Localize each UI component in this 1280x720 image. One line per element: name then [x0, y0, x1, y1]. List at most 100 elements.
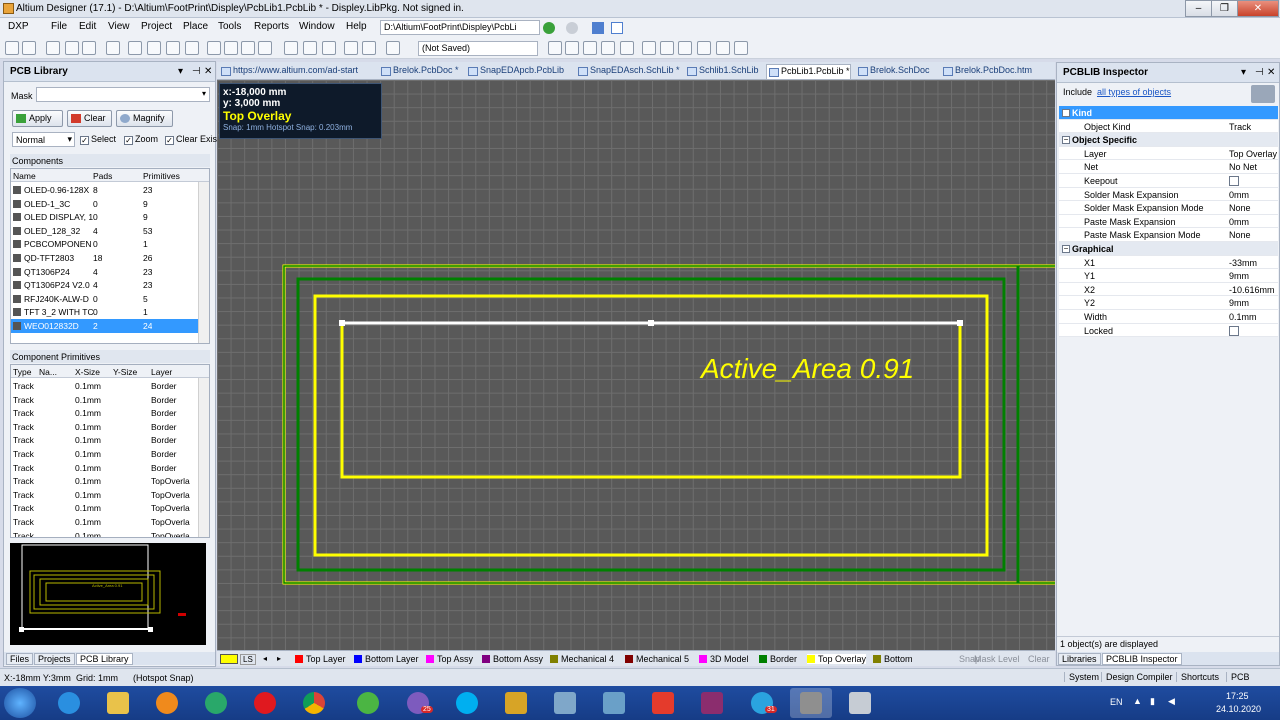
primitive-row[interactable]: Track 0.1mm TopOverla: [11, 488, 209, 502]
panel-close-icon[interactable]: ✕: [204, 66, 212, 77]
col-pads[interactable]: Pads: [93, 171, 112, 181]
primitive-row[interactable]: Track 0.1mm TopOverla: [11, 474, 209, 488]
image-viewer-taskbar-app[interactable]: [544, 688, 586, 718]
utorrent-taskbar-app[interactable]: [347, 688, 389, 718]
menu-file[interactable]: File: [51, 21, 67, 32]
opera-taskbar-app[interactable]: [244, 688, 286, 718]
mask-input[interactable]: ▾: [36, 87, 210, 102]
layer-scroll-left-icon[interactable]: ◂: [263, 654, 267, 663]
select-area-icon[interactable]: [284, 41, 298, 55]
cut-icon[interactable]: [207, 41, 221, 55]
tab-pcb-library[interactable]: PCB Library: [76, 653, 133, 665]
pcb-button[interactable]: PCB: [1226, 672, 1254, 682]
include-link[interactable]: all types of objects: [1097, 87, 1171, 97]
print-preview-icon[interactable]: [82, 41, 96, 55]
deselect-icon[interactable]: [322, 41, 336, 55]
layer-tab[interactable]: 3D Model: [699, 654, 749, 664]
property-value[interactable]: -33mm: [1229, 258, 1257, 268]
primitives-scrollbar[interactable]: [198, 378, 209, 537]
component-row[interactable]: OLED-1_3C 0 9: [11, 197, 209, 211]
full-circle-icon[interactable]: [697, 41, 711, 55]
place-array-icon[interactable]: [734, 41, 748, 55]
layer-tab[interactable]: Border: [759, 654, 797, 664]
property-row[interactable]: Width 0.1mm: [1059, 310, 1278, 324]
anydesk-taskbar-app[interactable]: [642, 688, 684, 718]
network-icon[interactable]: ▮: [1150, 696, 1155, 707]
property-row[interactable]: X2 -10.616mm: [1059, 282, 1278, 297]
doc-tab[interactable]: Brelok.PcbDoc.htm: [941, 64, 1032, 79]
component-row[interactable]: TFT 3_2 WITH TC 0 1: [11, 305, 209, 319]
col-name[interactable]: Na...: [39, 367, 57, 377]
property-row[interactable]: Y2 9mm: [1059, 296, 1278, 310]
pin-icon[interactable]: ⊣: [1255, 67, 1264, 78]
skype-taskbar-app[interactable]: [446, 688, 488, 718]
current-layer-swatch[interactable]: [220, 654, 238, 664]
component-row[interactable]: OLED_128_32 4 53: [11, 224, 209, 238]
panel-close-icon[interactable]: ✕: [1267, 67, 1275, 78]
layer-set-button[interactable]: LS: [240, 654, 256, 665]
property-value[interactable]: Track: [1229, 122, 1251, 132]
col-layer[interactable]: Layer: [151, 367, 172, 377]
tray-show-hidden-icon[interactable]: ▲: [1133, 696, 1142, 706]
layer-tab[interactable]: Bottom Layer: [354, 654, 419, 664]
primitive-row[interactable]: Track 0.1mm TopOverla: [11, 529, 209, 537]
col-ysize[interactable]: Y-Size: [113, 367, 137, 377]
language-indicator[interactable]: EN: [1110, 697, 1123, 707]
doc-tab[interactable]: Schlib1.SchLib: [685, 64, 759, 79]
panel-menu-icon[interactable]: ▾: [1241, 67, 1246, 78]
component-row[interactable]: RFJ240K-ALW-D 0 5: [11, 292, 209, 306]
property-value[interactable]: No Net: [1229, 162, 1257, 172]
ie-taskbar-app[interactable]: [48, 688, 90, 718]
zoom-in-icon[interactable]: [128, 41, 142, 55]
doc-tab[interactable]: SnapEDApcb.PcbLib: [466, 64, 564, 79]
open-icon[interactable]: [22, 41, 36, 55]
calculator-taskbar-app[interactable]: [839, 688, 881, 718]
property-checkbox[interactable]: [1229, 325, 1239, 336]
pin-icon[interactable]: ⊣: [192, 66, 201, 77]
panel-menu-icon[interactable]: ▾: [178, 66, 183, 77]
save-icon[interactable]: [46, 41, 60, 55]
component-row[interactable]: WEO012832D 2 24: [11, 319, 209, 333]
layer-tab[interactable]: Top Overlay: [807, 654, 867, 664]
property-value[interactable]: Top Overlay: [1229, 149, 1277, 159]
primitive-row[interactable]: Track 0.1mm Border: [11, 461, 209, 475]
layer-tab[interactable]: Bottom: [873, 654, 913, 664]
layer-clear-button[interactable]: Clear: [1026, 654, 1050, 664]
save-state-dropdown[interactable]: (Not Saved): [418, 41, 538, 56]
zoom-fit-icon[interactable]: [185, 41, 199, 55]
clock-time[interactable]: 17:25: [1226, 691, 1249, 701]
property-group[interactable]: − Graphical: [1059, 242, 1278, 256]
maximize-button[interactable]: ❐: [1211, 0, 1238, 17]
property-row[interactable]: Net No Net: [1059, 160, 1278, 174]
collapse-icon[interactable]: −: [1062, 245, 1070, 253]
shortcuts-button[interactable]: Shortcuts: [1176, 672, 1223, 682]
print-icon[interactable]: [65, 41, 79, 55]
mask-level-button[interactable]: Mask Level: [972, 654, 1020, 664]
grid-icon[interactable]: [386, 41, 400, 55]
minimize-button[interactable]: –: [1185, 0, 1212, 17]
tab-projects[interactable]: Projects: [34, 653, 75, 665]
primitive-row[interactable]: Track 0.1mm Border: [11, 420, 209, 434]
property-value[interactable]: 0mm: [1229, 217, 1249, 227]
pcb-canvas[interactable]: Active_Area 0.91: [217, 80, 1055, 650]
active-area-label[interactable]: Active_Area 0.91: [699, 353, 914, 384]
component-row[interactable]: QT1306P24 V2.0 4 23: [11, 278, 209, 292]
property-value[interactable]: None: [1229, 230, 1251, 240]
clock-date[interactable]: 24.10.2020: [1216, 704, 1261, 714]
col-primitives[interactable]: Primitives: [143, 171, 180, 181]
rubber-stamp-icon[interactable]: [258, 41, 272, 55]
property-row[interactable]: Keepout: [1059, 174, 1278, 188]
arc-center-icon[interactable]: [642, 41, 656, 55]
property-row[interactable]: X1 -33mm: [1059, 255, 1278, 270]
col-xsize[interactable]: X-Size: [75, 367, 100, 377]
property-value[interactable]: 9mm: [1229, 271, 1249, 281]
select-checkbox[interactable]: ✓ Select: [80, 134, 116, 145]
back-icon[interactable]: [543, 22, 555, 34]
place-pad-icon[interactable]: [565, 41, 579, 55]
winrar-taskbar-app[interactable]: [691, 688, 733, 718]
media-taskbar-app[interactable]: [146, 688, 188, 718]
browser-globe-taskbar-app[interactable]: [195, 688, 237, 718]
copy-icon[interactable]: [224, 41, 238, 55]
layer-tab[interactable]: Top Layer: [295, 654, 346, 664]
menu-project[interactable]: Project: [141, 21, 172, 32]
